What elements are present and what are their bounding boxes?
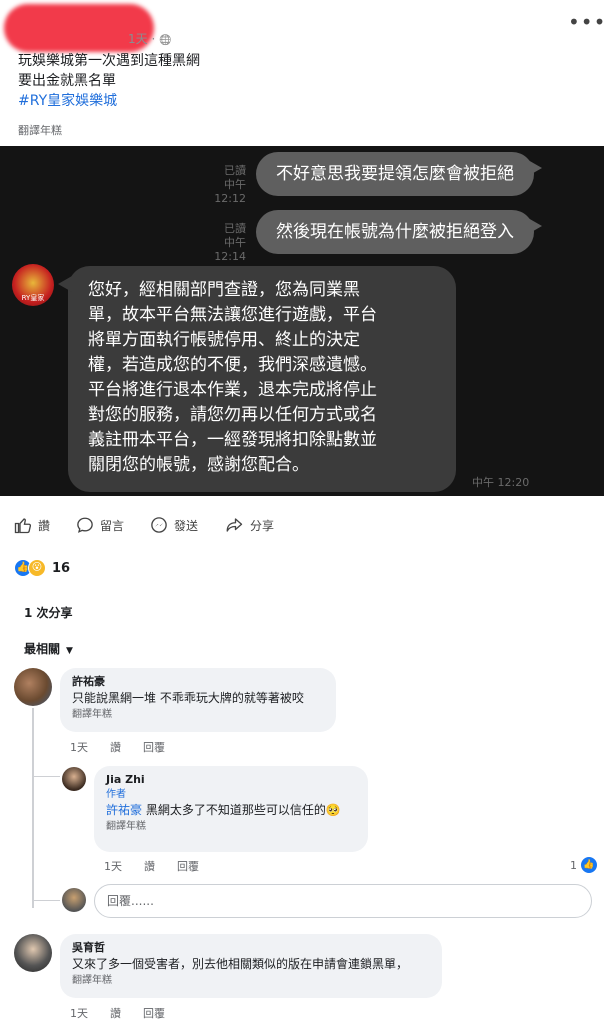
comment-author[interactable]: Jia Zhi <box>106 772 356 788</box>
comment-bubble: 許祐豪 只能說黑網一堆 不乖乖玩大牌的就等著被咬 翻譯年糕 <box>60 668 336 732</box>
share-button[interactable]: 分享 <box>224 516 274 534</box>
comment-meta: 1天 讚 回覆 <box>104 858 199 874</box>
thread-connector <box>32 900 60 901</box>
comment-reply-button[interactable]: 回覆 <box>143 739 165 755</box>
send-button[interactable]: 發送 <box>150 516 198 534</box>
chat-screenshot[interactable]: 已讀 中午12:12 不好意思我要提領怎麼會被拒絕 已讀 中午12:14 然後現在帳… <box>0 146 604 496</box>
comment-like-button[interactable]: 讚 <box>110 1005 121 1021</box>
read-receipt: 已讀 中午12:12 <box>214 164 246 205</box>
thread-line <box>32 708 34 908</box>
wow-reaction-icon: 😮 <box>28 559 46 577</box>
post-hashtag-link[interactable]: #RY皇家娛樂城 <box>18 92 117 110</box>
comment-button[interactable]: 留言 <box>76 516 124 534</box>
post-timestamp[interactable]: 1天 · 🌐 <box>128 30 172 47</box>
sent-message-bubble: 不好意思我要提領怎麼會被拒絕 <box>256 152 542 196</box>
thread-connector <box>32 776 60 777</box>
globe-icon: 🌐 <box>159 35 172 46</box>
author-badge: 作者 <box>106 789 126 800</box>
comment-translate-link[interactable]: 翻譯年糕 <box>72 973 430 989</box>
read-receipt: 已讀 中午12:14 <box>214 222 246 263</box>
comment-like-button[interactable]: 讚 <box>144 858 155 874</box>
comment-translate-link[interactable]: 翻譯年糕 <box>72 707 324 723</box>
more-options-icon[interactable]: ••• <box>568 10 604 34</box>
comment-translate-link[interactable]: 翻譯年糕 <box>106 819 356 835</box>
post-text-line: 要出金就黑名單 <box>18 73 116 89</box>
like-reaction-icon: 👍 <box>580 856 598 874</box>
mention-link[interactable]: 許祐豪 <box>106 803 142 817</box>
comment-text: 只能說黑網一堆 不乖乖玩大牌的就等著被咬 <box>72 691 304 705</box>
comment-reply-button[interactable]: 回覆 <box>177 858 199 874</box>
avatar[interactable] <box>14 668 52 706</box>
comment-time[interactable]: 1天 <box>70 739 88 755</box>
reply-input[interactable]: 回覆...... <box>94 884 592 918</box>
comment-sort-dropdown[interactable]: 最相關 ▼ <box>24 640 73 657</box>
reaction-count: 16 <box>52 560 71 576</box>
comment-time[interactable]: 1天 <box>104 858 122 874</box>
post-translate-link[interactable]: 翻譯年糕 <box>18 122 62 138</box>
comment-author[interactable]: 許祐豪 <box>72 674 324 690</box>
comment-bubble: 吳育哲 又來了多一個受害者，別去他相關類似的版在申請會連鎖黑單， 翻譯年糕 <box>60 934 442 998</box>
post-text-line: 玩娛樂城第一次遇到這種黑網 <box>18 53 200 69</box>
comment-like-count[interactable]: 1 👍 <box>570 856 598 874</box>
share-arrow-icon <box>226 518 243 532</box>
sent-message-bubble: 然後現在帳號為什麼被拒絕登入 <box>256 210 542 254</box>
casino-avatar: RY皇家 <box>12 264 54 306</box>
comment-reply-button[interactable]: 回覆 <box>143 1005 165 1021</box>
avatar[interactable] <box>14 934 52 972</box>
comment-like-button[interactable]: 讚 <box>110 739 121 755</box>
comment-text: 又來了多一個受害者，別去他相關類似的版在申請會連鎖黑單， <box>72 957 409 971</box>
thumbs-up-icon <box>14 518 32 534</box>
comment-author[interactable]: 吳育哲 <box>72 940 430 956</box>
chevron-down-icon: ▼ <box>66 646 73 656</box>
avatar[interactable] <box>62 767 86 791</box>
reaction-summary[interactable]: 👍 😮 16 <box>14 559 70 577</box>
comment-meta: 1天 讚 回覆 <box>70 1005 165 1021</box>
received-message-bubble: 您好，經相關部門查證，您為同業黑 單，故本平台無法讓您進行遊戲，平台 將單方面執… <box>58 266 456 492</box>
current-user-avatar <box>62 888 86 912</box>
comment-time[interactable]: 1天 <box>70 1005 88 1021</box>
share-count[interactable]: 1 次分享 <box>24 604 73 621</box>
comment-bubble: Jia Zhi 作者 許祐豪 黑網太多了不知道那些可以信任的🥺 翻譯年糕 <box>94 766 368 852</box>
message-timestamp: 中午 12:20 <box>472 476 530 489</box>
like-button[interactable]: 讚 <box>14 516 50 534</box>
comment-meta: 1天 讚 回覆 <box>70 739 165 755</box>
comment-bubble-icon <box>77 517 93 533</box>
messenger-icon <box>151 517 167 533</box>
comment-text: 許祐豪 黑網太多了不知道那些可以信任的🥺 <box>106 803 341 817</box>
